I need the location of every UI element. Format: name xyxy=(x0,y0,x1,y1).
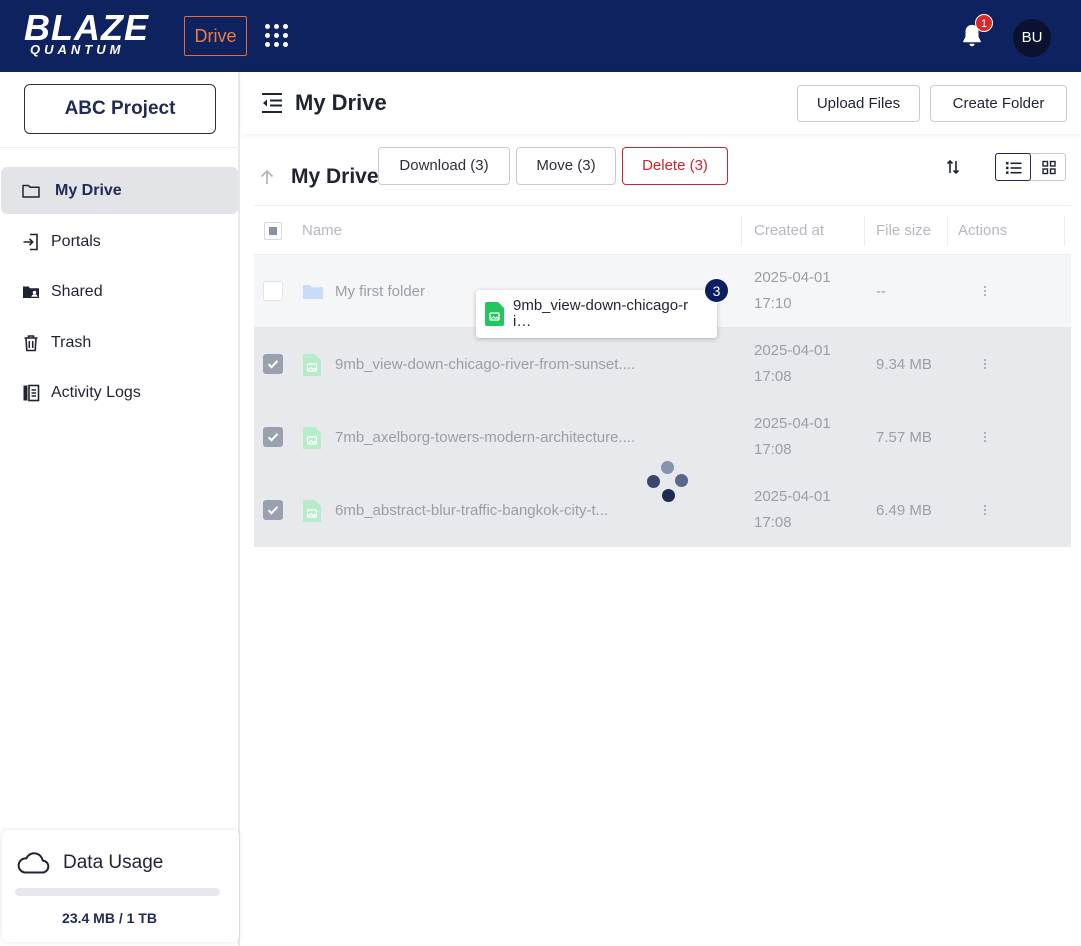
folder-icon xyxy=(303,281,323,303)
image-file-icon xyxy=(303,354,323,376)
image-file-icon xyxy=(303,427,323,449)
row-actions-icon[interactable] xyxy=(981,500,989,520)
created-time: 17:08 xyxy=(754,441,792,458)
sidebar-item-label: Activity Logs xyxy=(51,384,141,401)
apps-grid-icon[interactable] xyxy=(265,24,289,48)
sidebar-item-label: My Drive xyxy=(55,182,122,199)
current-folder-title: My Drive xyxy=(291,165,379,188)
column-header-created[interactable]: Created at xyxy=(754,206,824,256)
create-folder-button[interactable]: Create Folder xyxy=(930,85,1067,122)
loading-spinner-icon xyxy=(646,460,690,504)
trash-icon xyxy=(21,333,41,353)
brand-logo-line2: QUANTUM xyxy=(30,42,125,57)
navigate-up-icon[interactable] xyxy=(258,168,276,186)
created-time: 17:10 xyxy=(754,295,792,312)
created-time: 17:08 xyxy=(754,368,792,385)
delete-button[interactable]: Delete (3) xyxy=(622,147,728,185)
created-date: 2025-04-01 xyxy=(754,269,831,286)
table-row[interactable]: 9mb_view-down-chicago-river-from-sunset.… xyxy=(254,328,1071,401)
sidebar-item-label: Shared xyxy=(51,283,103,300)
file-size: 7.57 MB xyxy=(876,429,932,446)
drag-count-badge: 3 xyxy=(704,278,729,303)
file-name[interactable]: 6mb_abstract-blur-traffic-bangkok-city-t… xyxy=(335,474,675,547)
select-all-checkbox[interactable] xyxy=(264,222,282,240)
collapse-menu-icon[interactable] xyxy=(260,92,284,114)
sort-icon[interactable] xyxy=(943,157,963,177)
column-header-name[interactable]: Name xyxy=(302,206,342,256)
created-date: 2025-04-01 xyxy=(754,415,831,432)
file-name[interactable]: 7mb_axelborg-towers-modern-architecture.… xyxy=(335,401,675,474)
sidebar-item-trash[interactable]: Trash xyxy=(1,319,238,366)
notification-count-badge: 1 xyxy=(975,14,993,32)
row-checkbox[interactable] xyxy=(263,427,283,447)
sidebar-item-label: Portals xyxy=(51,233,101,250)
data-usage-card: Data Usage 23.4 MB / 1 TB xyxy=(2,830,239,942)
brand-logo-line1: BLAZE xyxy=(24,7,149,48)
created-time: 17:08 xyxy=(754,514,792,531)
sidebar-item-shared[interactable]: Shared xyxy=(1,268,238,315)
drive-app-chip[interactable]: Drive xyxy=(184,16,247,56)
top-bar: BLAZE QUANTUM Drive 1 BU xyxy=(0,0,1081,72)
column-header-actions: Actions xyxy=(958,222,1008,239)
drag-preview-name: 9mb_view-down-chicago-ri… xyxy=(513,297,689,330)
file-size: -- xyxy=(876,283,886,300)
download-button[interactable]: Download (3) xyxy=(378,147,510,185)
sidebar-item-activity-logs[interactable]: Activity Logs xyxy=(1,369,238,416)
grid-view-icon[interactable] xyxy=(1031,153,1067,181)
project-selector-button[interactable]: ABC Project xyxy=(24,84,216,134)
created-date: 2025-04-01 xyxy=(754,488,831,505)
file-size: 9.34 MB xyxy=(876,356,932,373)
created-date: 2025-04-01 xyxy=(754,342,831,359)
page-title: My Drive xyxy=(295,90,387,115)
data-usage-text: 23.4 MB / 1 TB xyxy=(62,910,157,926)
move-button[interactable]: Move (3) xyxy=(516,147,616,185)
row-actions-icon[interactable] xyxy=(981,354,989,374)
row-actions-icon[interactable] xyxy=(981,427,989,447)
drag-preview: 9mb_view-down-chicago-ri… xyxy=(476,290,717,338)
column-header-size[interactable]: File size xyxy=(876,206,931,256)
activity-log-icon xyxy=(21,383,41,403)
row-checkbox[interactable] xyxy=(263,500,283,520)
sidebar-item-portals[interactable]: Portals xyxy=(1,218,238,265)
created-at: 2025-04-01 17:08 xyxy=(754,338,864,390)
row-checkbox[interactable] xyxy=(263,281,283,301)
brand-logo[interactable]: BLAZE QUANTUM xyxy=(24,7,164,60)
cloud-icon xyxy=(16,850,50,876)
page-header: My Drive Upload Files Create Folder xyxy=(242,72,1081,134)
sidebar-divider xyxy=(0,147,240,148)
upload-files-button[interactable]: Upload Files xyxy=(797,85,920,122)
list-view-icon[interactable] xyxy=(995,153,1031,181)
folder-icon xyxy=(21,181,41,201)
file-name[interactable]: 9mb_view-down-chicago-river-from-sunset.… xyxy=(335,328,675,401)
user-avatar[interactable]: BU xyxy=(1013,19,1051,57)
view-toggle xyxy=(995,153,1066,181)
file-size: 6.49 MB xyxy=(876,502,932,519)
sidebar-item-label: Trash xyxy=(51,334,92,351)
table-header: Name Created at File size Actions xyxy=(254,205,1071,255)
created-at: 2025-04-01 17:08 xyxy=(754,484,864,536)
column-divider xyxy=(864,216,865,246)
created-at: 2025-04-01 17:08 xyxy=(754,411,864,463)
created-at: 2025-04-01 17:10 xyxy=(754,265,864,317)
row-checkbox[interactable] xyxy=(263,354,283,374)
image-file-icon xyxy=(485,302,504,326)
column-divider xyxy=(741,216,742,246)
shared-folder-icon xyxy=(21,282,41,302)
sidebar-item-my-drive[interactable]: My Drive xyxy=(1,167,238,214)
column-divider xyxy=(947,216,948,246)
sidebar: ABC Project My Drive Portals Shared Tras… xyxy=(0,72,240,946)
data-usage-bar xyxy=(15,888,220,896)
image-file-icon xyxy=(303,500,323,522)
row-actions-icon[interactable] xyxy=(981,281,989,301)
portal-enter-icon xyxy=(21,232,41,252)
data-usage-title: Data Usage xyxy=(63,852,164,873)
column-divider xyxy=(1064,216,1065,246)
